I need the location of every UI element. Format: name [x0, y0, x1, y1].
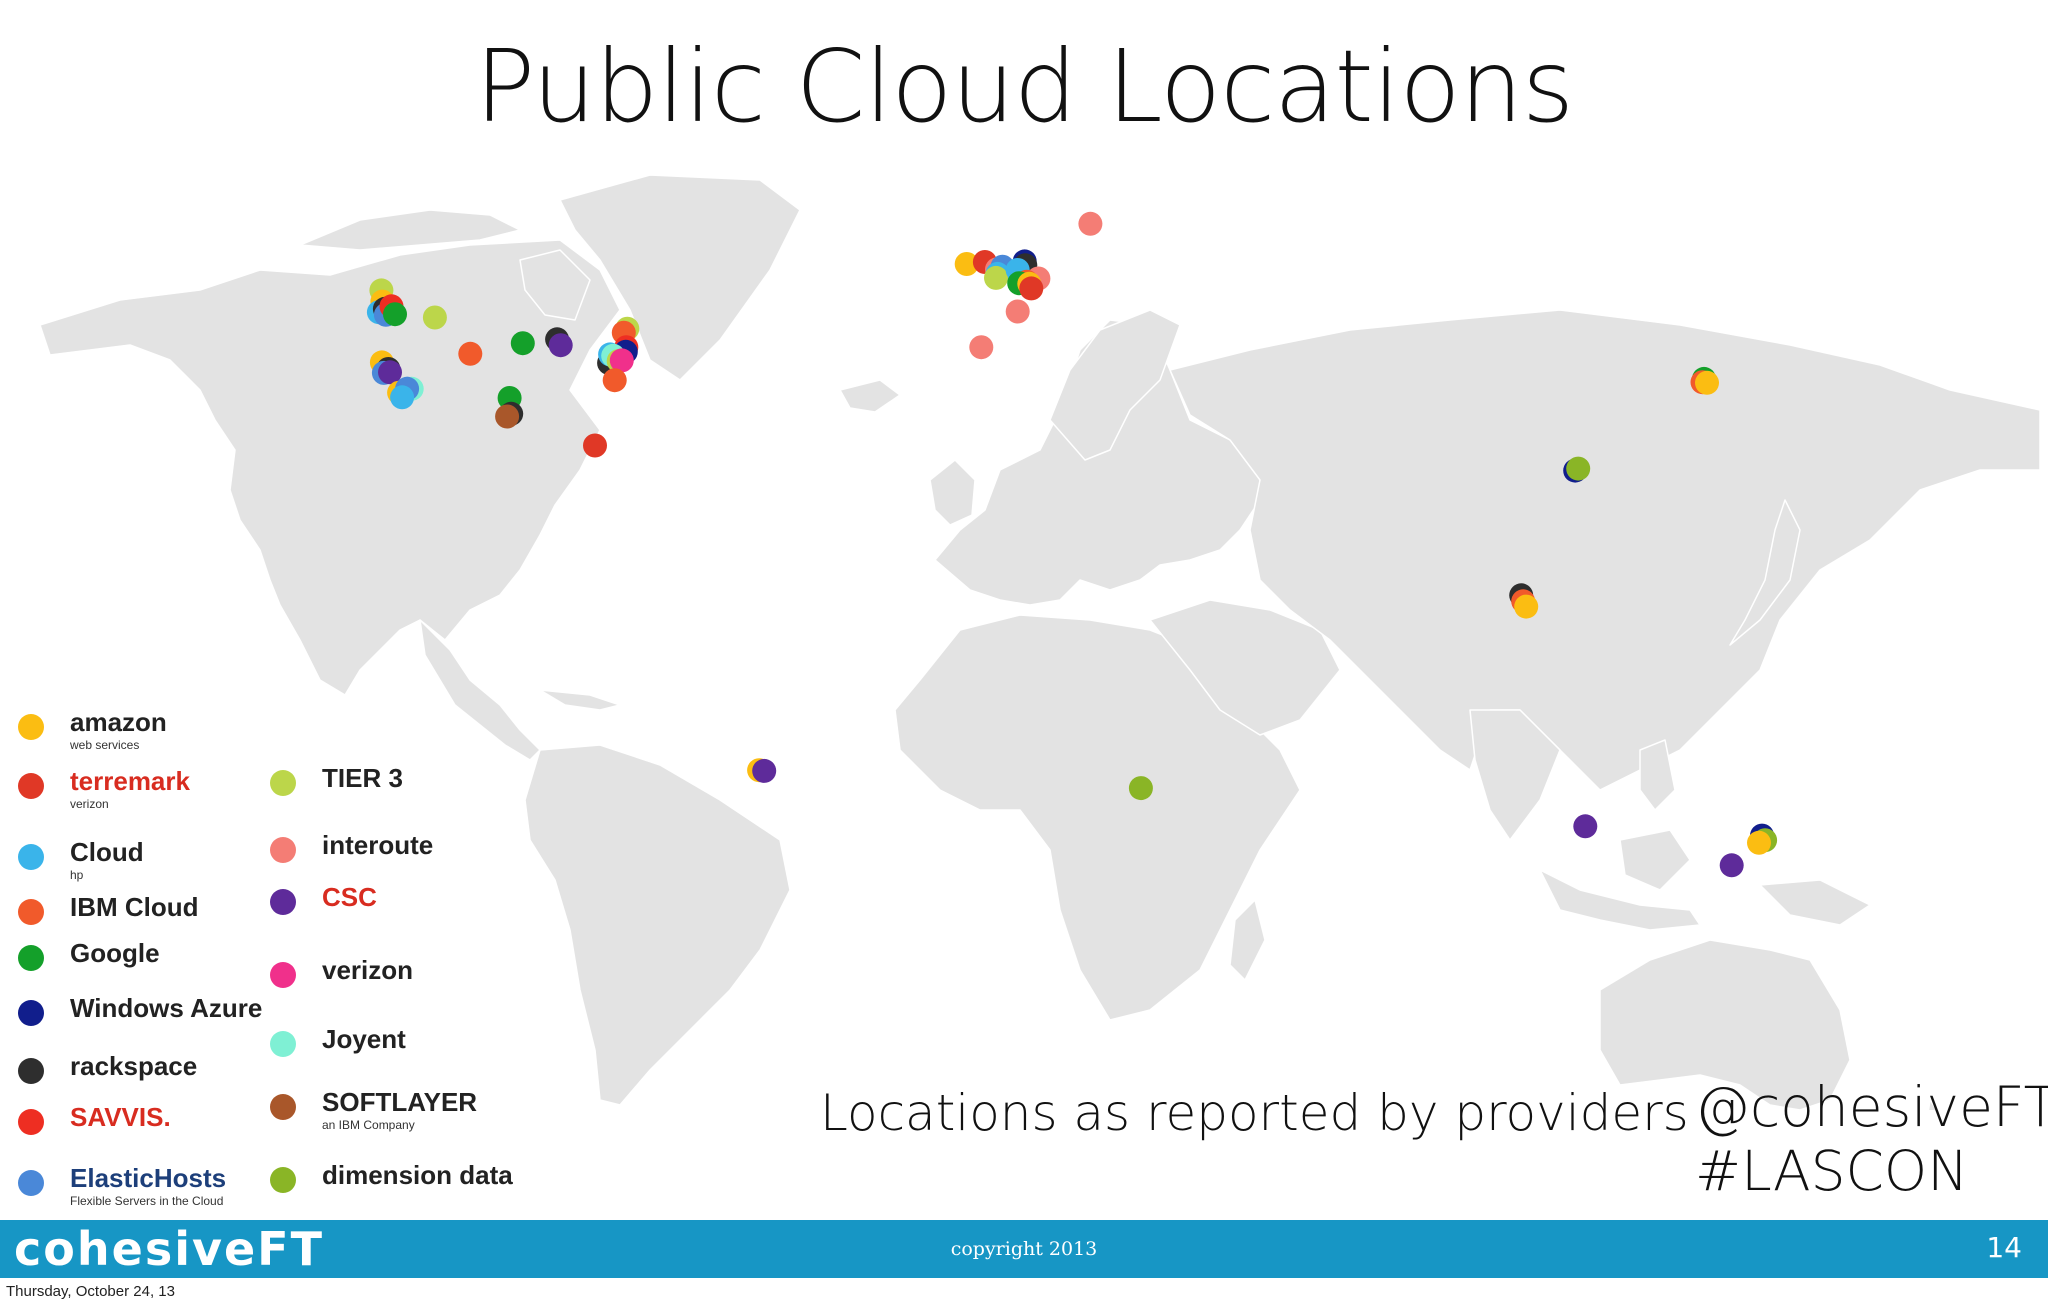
legend-label-google: Google [70, 938, 160, 968]
location-marker-google [510, 331, 535, 356]
legend-dot-azure [18, 1000, 44, 1026]
legend-label-amazon: amazon [70, 707, 167, 737]
legend-label-joyent: Joyent [322, 1024, 406, 1054]
location-marker-interoute [1078, 211, 1103, 236]
location-marker-ibm [602, 368, 627, 393]
legend-logo-rackspace: rackspace [70, 1051, 197, 1082]
footer-copyright: copyright 2013 [950, 1238, 1098, 1260]
legend-dot-terremark [18, 773, 44, 799]
location-marker-softlayer [495, 404, 520, 429]
legend-label-dimension: dimension data [322, 1160, 513, 1190]
footer-bar: cohesiveFT copyright 2013 14 [0, 1220, 2048, 1278]
legend-sublabel-terremark: verizon [70, 797, 109, 811]
north-america [39, 239, 621, 696]
legend-dot-dimension [270, 1167, 296, 1193]
legend-label-tier3: TIER 3 [322, 763, 403, 793]
location-marker-dimension [1566, 456, 1591, 481]
legend-label-savvis: SAVVIS. [70, 1102, 171, 1132]
location-marker-hp [390, 385, 415, 410]
location-marker-terremark [1019, 276, 1044, 301]
legend-label-terremark: terremark [70, 766, 190, 796]
legend-label-hp: Cloud [70, 837, 144, 867]
slide-date: Thursday, October 24, 13 [6, 1283, 175, 1300]
legend-dot-csc [270, 889, 296, 915]
legend-dot-softlayer [270, 1094, 296, 1120]
legend-sublabel-softlayer: an IBM Company [322, 1118, 415, 1132]
south-america [524, 744, 791, 1106]
southeast-asia-islands [1539, 869, 1701, 931]
location-marker-google [383, 302, 407, 327]
legend-sublabel-amazon: web services [70, 738, 140, 752]
legend-dot-savvis [18, 1109, 44, 1135]
legend-logo-verizon: verizon [322, 955, 413, 986]
legend-logo-savvis: SAVVIS. [70, 1102, 171, 1133]
madagascar [1229, 899, 1266, 981]
legend-logo-tier3: TIER 3 [322, 763, 403, 794]
central-america [419, 619, 541, 761]
slide: Public Cloud Locations amazon web servic… [0, 0, 2048, 1304]
location-marker-tier3 [984, 265, 1008, 290]
legend-logo-csc: CSC [322, 882, 377, 913]
legend-label-elastichosts: ElasticHosts [70, 1163, 227, 1193]
legend-dot-tier3 [270, 770, 296, 796]
location-marker-terremark [583, 433, 607, 458]
location-marker-csc [548, 333, 573, 358]
social-handles: @cohesiveFT #LASCON [1695, 1075, 2048, 1203]
legend-label-ibm: IBM Cloud [70, 892, 199, 922]
legend-logo-ibm: IBM Cloud [70, 892, 199, 923]
legend-label-softlayer: SOFTLAYER [322, 1087, 478, 1117]
legend-logo-google: Google [70, 938, 160, 969]
legend-dot-google [18, 945, 44, 971]
map-caption: Locations as reported by providers [820, 1084, 1689, 1142]
hashtag: #LASCON [1695, 1139, 1969, 1203]
legend-logo-azure: Windows Azure [70, 993, 262, 1024]
legend-dot-interoute [270, 837, 296, 863]
legend-logo-interoute: interoute [322, 830, 433, 861]
location-marker-dimension [1128, 776, 1153, 801]
british-isles [929, 459, 976, 526]
legend-sublabel-hp: hp [70, 868, 84, 882]
location-marker-amazon [1695, 370, 1719, 395]
legend-logo-hp: Cloud hp [70, 837, 144, 882]
legend-sublabel-elastichosts: Flexible Servers in the Cloud [70, 1194, 224, 1208]
location-marker-csc [752, 758, 777, 783]
legend-logo-dimension: dimension data [322, 1160, 513, 1191]
legend-dot-rackspace [18, 1058, 44, 1084]
legend-dot-hp [18, 844, 44, 870]
caribbean [539, 689, 621, 711]
legend-label-verizon: verizon [322, 955, 414, 985]
location-marker-interoute [969, 335, 994, 360]
legend-dot-elastichosts [18, 1170, 44, 1196]
iceland [839, 379, 901, 413]
legend-dot-ibm [18, 899, 44, 925]
legend-dot-verizon [270, 962, 296, 988]
legend-logo-elastichosts: ElasticHosts Flexible Servers in the Clou… [70, 1163, 226, 1208]
legend-label-csc: CSC [322, 882, 377, 912]
legend-dot-joyent [270, 1031, 296, 1057]
location-marker-csc [1573, 814, 1598, 839]
borneo [1619, 829, 1691, 891]
legend-logo-softlayer: SOFTLAYER an IBM Company [322, 1087, 477, 1132]
legend-dot-amazon [18, 714, 44, 740]
legend-logo-amazon: amazon web services [70, 707, 167, 752]
legend-logo-terremark: terremark verizon [70, 766, 190, 811]
location-marker-tier3 [422, 305, 447, 330]
location-marker-ibm [458, 341, 483, 366]
legend-logo-joyent: Joyent [322, 1024, 406, 1055]
legend-label-rackspace: rackspace [70, 1051, 198, 1081]
legend-label-azure: Windows Azure [70, 993, 263, 1023]
legend-label-interoute: interoute [322, 830, 434, 860]
slide-title: Public Cloud Locations [474, 28, 1574, 145]
new-guinea [1759, 879, 1871, 926]
location-marker-interoute [1005, 299, 1030, 324]
world-map [39, 174, 2041, 1110]
location-marker-amazon [1514, 594, 1539, 619]
page-number: 14 [1986, 1231, 2022, 1264]
location-marker-csc [1719, 853, 1744, 878]
twitter-handle: @cohesiveFT [1695, 1075, 2048, 1139]
location-marker-amazon [1747, 830, 1771, 855]
